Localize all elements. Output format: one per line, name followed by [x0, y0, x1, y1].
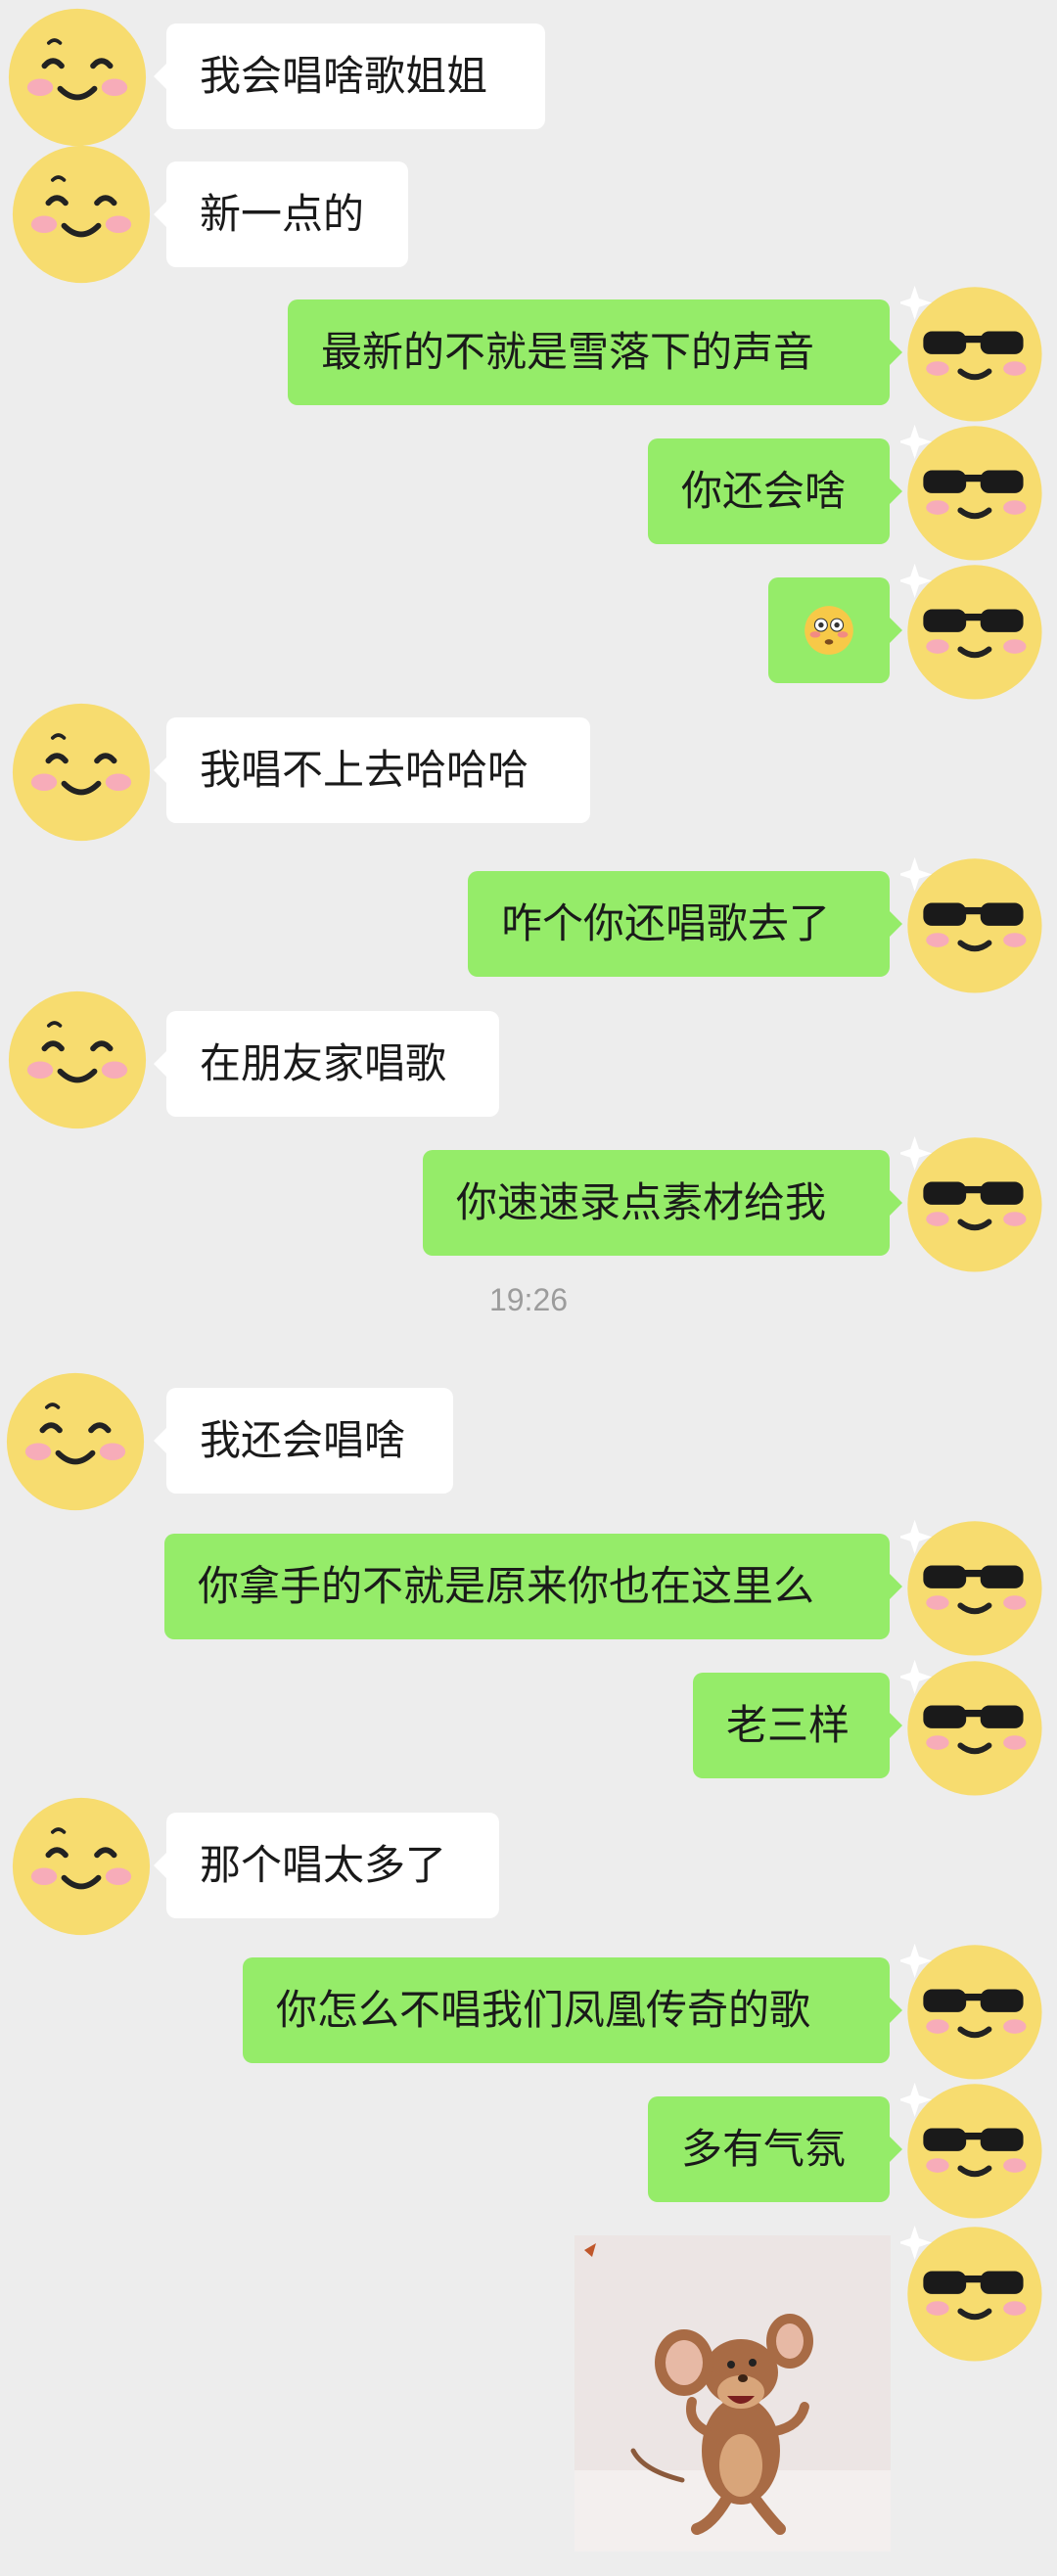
message-text: 咋个你还唱歌去了	[501, 900, 831, 946]
smiling-emoji-avatar-icon	[6, 6, 149, 149]
sunglasses-emoji-avatar-icon	[900, 1654, 1043, 1797]
smiling-emoji-avatar-icon	[10, 701, 153, 844]
outgoing-message-bubble[interactable]: 你怎么不唱我们凤凰传奇的歌	[243, 1957, 902, 2063]
contact-avatar[interactable]	[10, 1795, 153, 1938]
message-text: 新一点的	[200, 191, 365, 237]
incoming-message-bubble[interactable]: 我会唱啥歌姐姐	[154, 23, 545, 129]
sunglasses-emoji-avatar-icon	[900, 1130, 1043, 1273]
outgoing-message-bubble[interactable]: 你还会啥	[648, 438, 902, 544]
incoming-message-bubble[interactable]: 我还会唱啥	[154, 1388, 453, 1494]
incoming-message-bubble[interactable]: 新一点的	[154, 161, 408, 267]
message-text: 你速速录点素材给我	[456, 1179, 827, 1225]
smiling-emoji-avatar-icon	[10, 1795, 153, 1938]
sunglasses-emoji-avatar-icon	[900, 419, 1043, 562]
smiling-emoji-avatar-icon	[4, 1370, 147, 1513]
outgoing-message-bubble[interactable]: 老三样	[693, 1673, 902, 1778]
my-avatar[interactable]	[900, 419, 1043, 562]
sunglasses-emoji-avatar-icon	[900, 1938, 1043, 2081]
incoming-message-bubble[interactable]: 在朋友家唱歌	[154, 1011, 499, 1117]
smiling-emoji-avatar-icon	[6, 989, 149, 1131]
mouse-sticker-image	[574, 2235, 891, 2552]
my-avatar[interactable]	[900, 558, 1043, 701]
contact-avatar[interactable]	[6, 6, 149, 149]
contact-avatar[interactable]	[10, 701, 153, 844]
outgoing-message-bubble[interactable]: 咋个你还唱歌去了	[468, 871, 902, 977]
incoming-message-bubble[interactable]: 那个唱太多了	[154, 1813, 499, 1918]
outgoing-message-bubble[interactable]: 你速速录点素材给我	[423, 1150, 902, 1256]
message-text: 你拿手的不就是原来你也在这里么	[198, 1563, 815, 1609]
outgoing-message-bubble[interactable]: 最新的不就是雪落下的声音	[288, 299, 902, 405]
message-text: 那个唱太多了	[200, 1842, 447, 1888]
message-text: 多有气氛	[681, 2126, 847, 2172]
contact-avatar[interactable]	[4, 1370, 147, 1513]
jerry-mouse-dancing-sticker[interactable]	[574, 2235, 891, 2552]
outgoing-message-bubble[interactable]: 你拿手的不就是原来你也在这里么	[164, 1534, 902, 1639]
sunglasses-emoji-avatar-icon	[900, 2077, 1043, 2220]
message-text: 老三样	[726, 1702, 850, 1748]
sunglasses-emoji-avatar-icon	[900, 558, 1043, 701]
message-text: 我唱不上去哈哈哈	[200, 747, 529, 793]
my-avatar[interactable]	[900, 2077, 1043, 2220]
flushed-face-emoji	[804, 606, 853, 655]
message-text: 最新的不就是雪落下的声音	[321, 329, 815, 375]
message-text: 你怎么不唱我们凤凰传奇的歌	[276, 1987, 811, 2033]
incoming-message-bubble[interactable]: 我唱不上去哈哈哈	[154, 717, 590, 823]
message-text: 在朋友家唱歌	[200, 1040, 447, 1086]
smiling-emoji-avatar-icon	[10, 143, 153, 286]
sunglasses-emoji-avatar-icon	[900, 280, 1043, 423]
message-text: 你还会啥	[681, 468, 847, 514]
my-avatar[interactable]	[900, 1938, 1043, 2081]
contact-avatar[interactable]	[10, 143, 153, 286]
my-avatar[interactable]	[900, 2220, 1043, 2363]
sunglasses-emoji-avatar-icon	[900, 1514, 1043, 1657]
chat-window[interactable]: 我会唱啥歌姐姐 新一点的 最新的不就是雪落下的声音 你还会啥 我唱不上去哈哈哈 …	[0, 0, 1057, 2576]
message-text: 我还会唱啥	[200, 1417, 406, 1463]
contact-avatar[interactable]	[6, 989, 149, 1131]
message-text: 我会唱啥歌姐姐	[200, 53, 488, 99]
my-avatar[interactable]	[900, 280, 1043, 423]
outgoing-message-bubble[interactable]: 多有气氛	[648, 2096, 902, 2202]
sunglasses-emoji-avatar-icon	[900, 2220, 1043, 2363]
my-avatar[interactable]	[900, 1514, 1043, 1657]
message-timestamp: 19:26	[488, 1282, 569, 1317]
my-avatar[interactable]	[900, 851, 1043, 994]
my-avatar[interactable]	[900, 1654, 1043, 1797]
outgoing-emoji-bubble[interactable]	[768, 577, 902, 683]
my-avatar[interactable]	[900, 1130, 1043, 1273]
sunglasses-emoji-avatar-icon	[900, 851, 1043, 994]
